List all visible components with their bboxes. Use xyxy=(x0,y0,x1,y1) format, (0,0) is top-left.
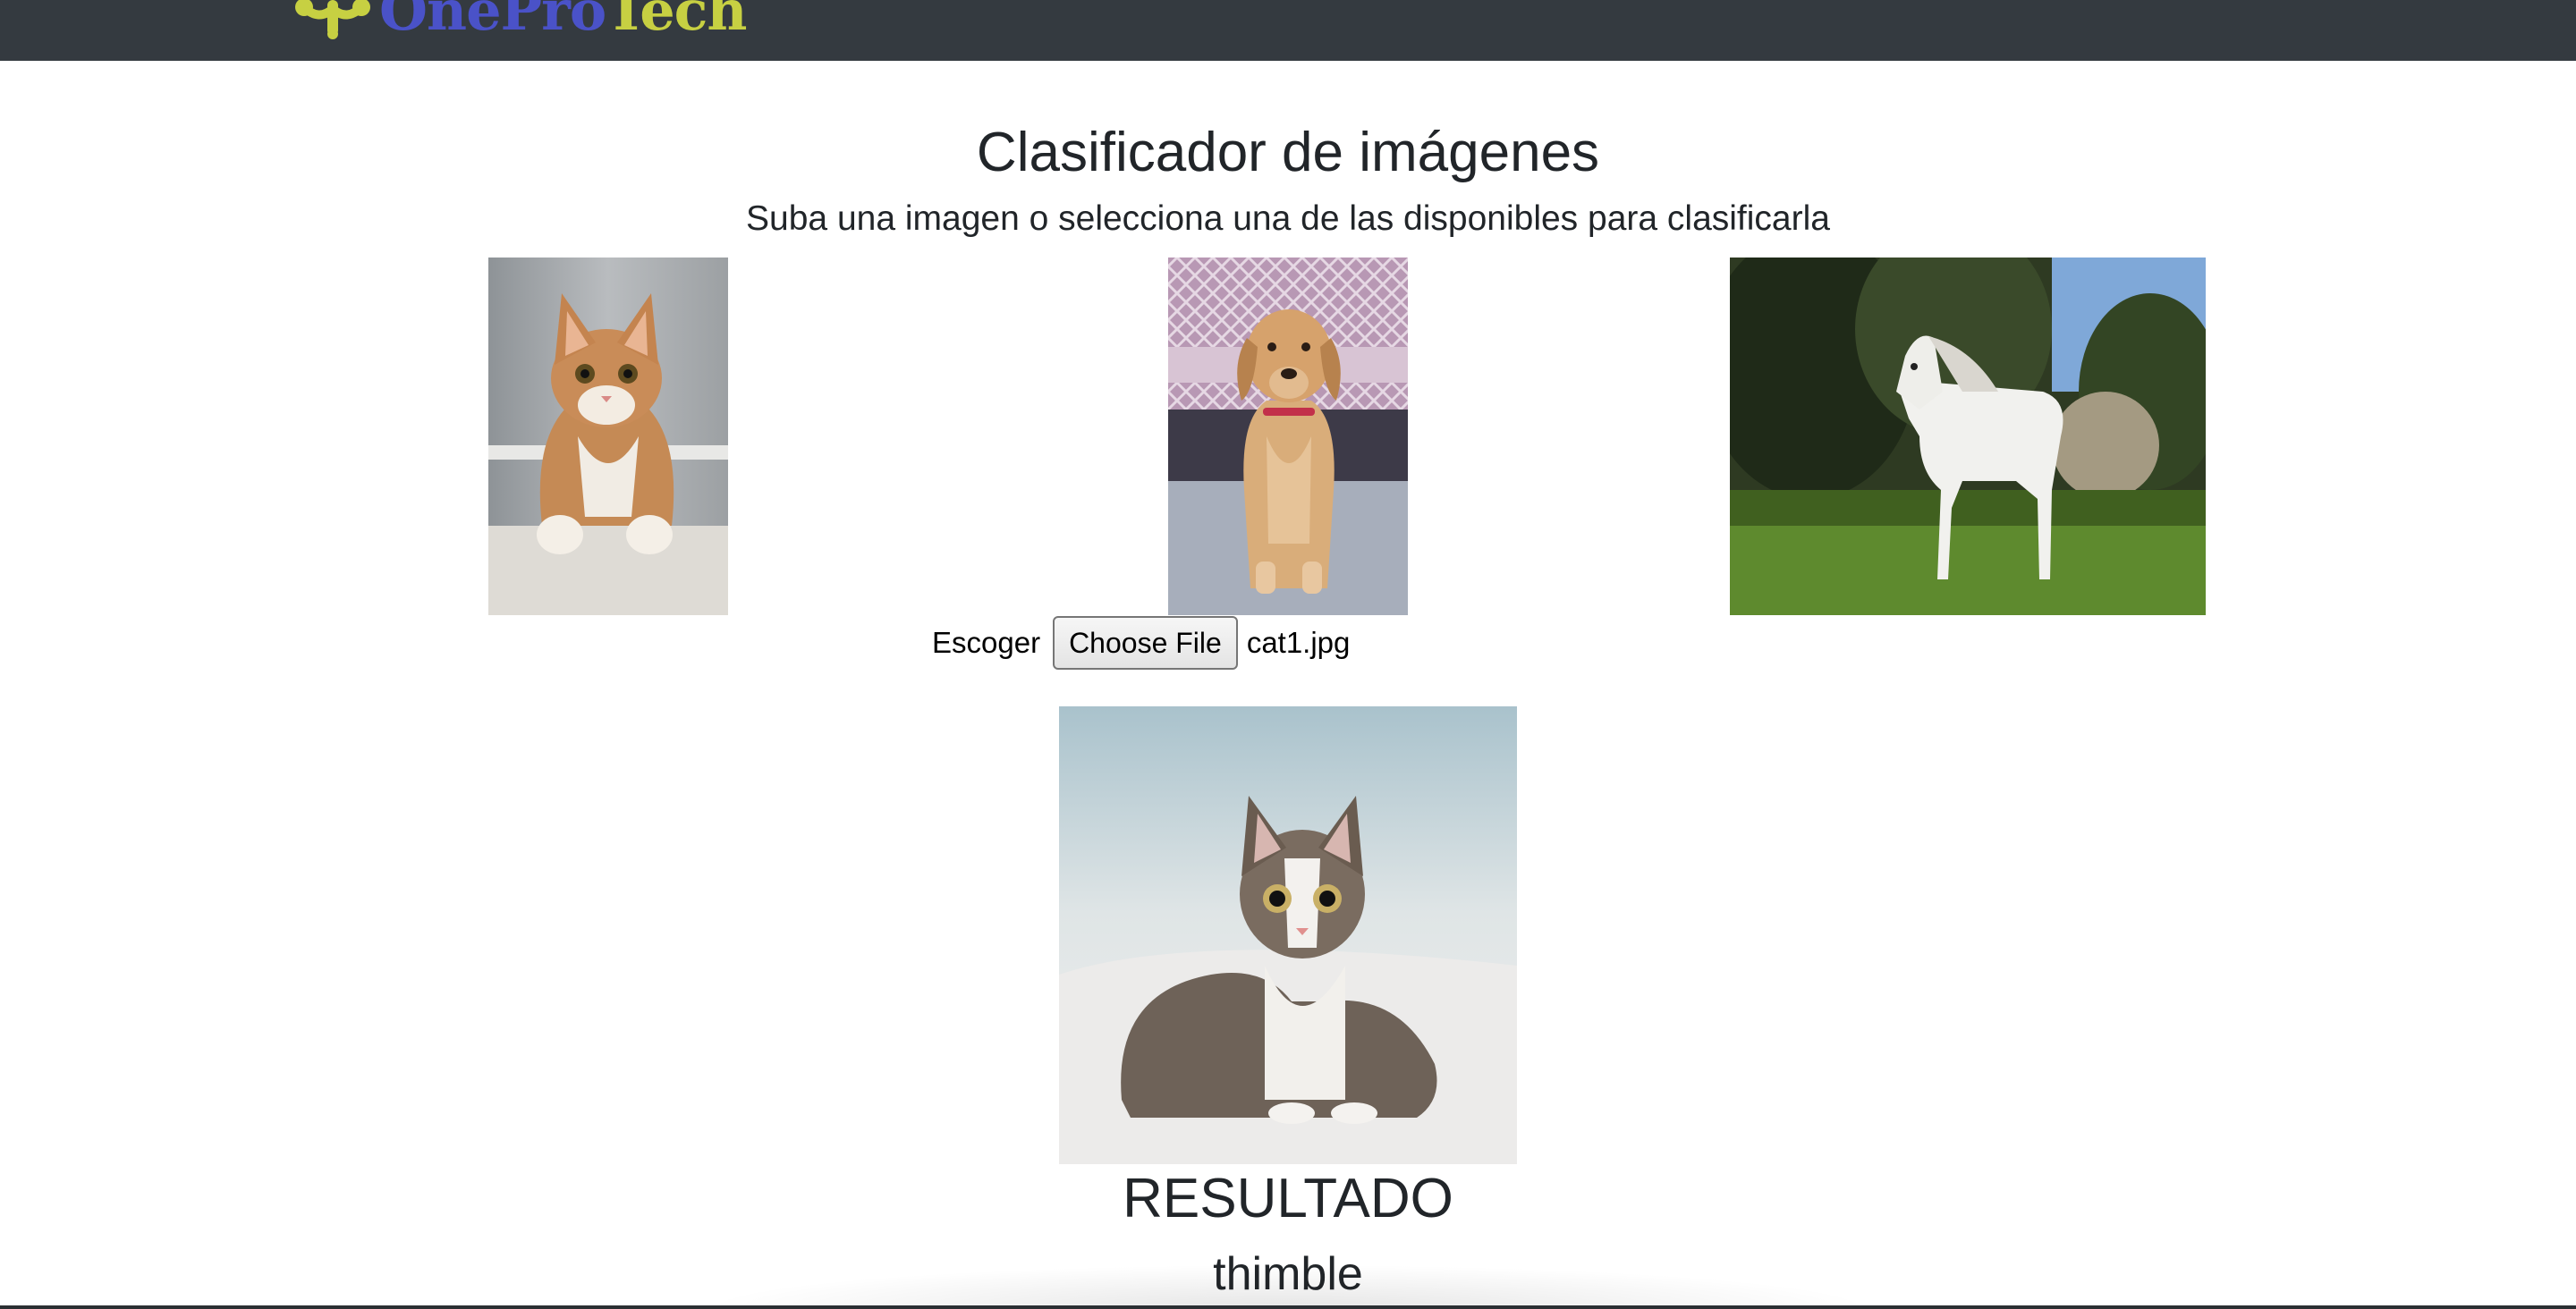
brand-logo-icon xyxy=(295,0,370,39)
sample-image-horse[interactable] xyxy=(1730,258,2206,615)
main-content: Clasificador de imágenes Suba una imagen… xyxy=(0,61,2576,1309)
selected-file-name: cat1.jpg xyxy=(1246,626,1351,659)
uploaded-cat-photo-icon xyxy=(1059,706,1517,1164)
cat-photo-icon xyxy=(488,258,728,615)
brand-link[interactable]: OneProTech xyxy=(292,0,747,43)
page-subtitle: Suba una imagen o selecciona una de las … xyxy=(746,199,1830,238)
navbar: OneProTech xyxy=(0,0,2576,61)
uploaded-image-preview xyxy=(1059,706,1517,1164)
file-upload-label: Escoger xyxy=(932,626,1041,659)
file-upload-row: Escoger Choose File cat1.jpg xyxy=(932,615,1350,671)
window-bottom-edge xyxy=(0,1305,2576,1309)
choose-file-button[interactable]: Choose File xyxy=(1053,616,1238,670)
brand-name: OneProTech xyxy=(379,0,747,43)
dog-photo-icon xyxy=(1168,258,1408,615)
sample-image-cat[interactable] xyxy=(488,258,728,615)
sample-image-dog[interactable] xyxy=(1168,258,1408,615)
result-label: thimble xyxy=(1213,1248,1363,1300)
horse-photo-icon xyxy=(1730,258,2206,615)
page-title: Clasificador de imágenes xyxy=(976,122,1600,183)
result-heading: RESULTADO xyxy=(1123,1168,1453,1229)
